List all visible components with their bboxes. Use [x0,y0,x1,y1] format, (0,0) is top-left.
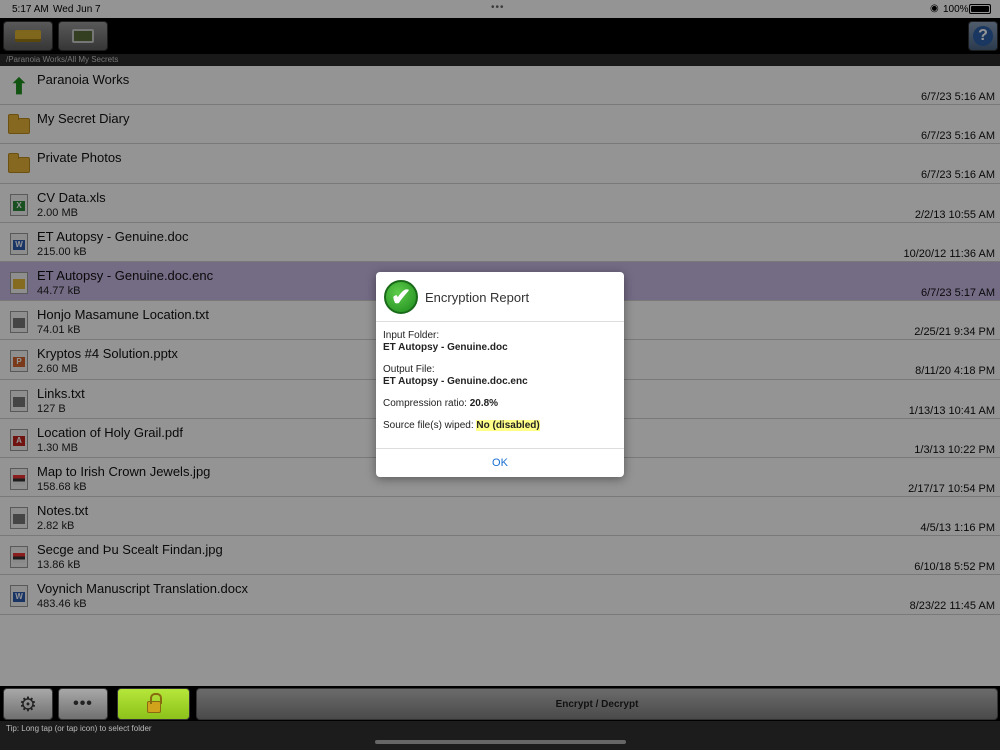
lock-button[interactable] [117,688,190,720]
lock-icon [146,693,162,713]
settings-button[interactable]: ⚙ [3,688,53,720]
input-folder-label: Input Folder: [383,330,440,341]
dialog-header: ✔ Encryption Report [376,272,624,322]
gear-icon: ⚙ [19,693,37,716]
wiped-label: Source file(s) wiped: [383,420,474,431]
wiped-value: No (disabled) [476,420,540,431]
encrypt-decrypt-button[interactable]: Encrypt / Decrypt [196,688,998,720]
compression-label: Compression ratio: [383,398,467,409]
dialog-title: Encryption Report [425,290,530,305]
more-button[interactable]: ••• [58,688,108,720]
ok-button[interactable]: OK [376,448,624,477]
home-indicator[interactable] [375,740,626,744]
output-file-value: ET Autopsy - Genuine.doc.enc [383,376,528,387]
input-folder-value: ET Autopsy - Genuine.doc [383,342,508,353]
output-file-label: Output File: [383,364,435,375]
tip-text: Tip: Long tap (or tap icon) to select fo… [0,721,1000,750]
bottom-toolbar: ⚙ ••• Encrypt / Decrypt [0,686,1000,721]
compression-value: 20.8% [469,398,499,409]
encryption-report-dialog: ✔ Encryption Report Input Folder: ET Aut… [376,272,624,477]
dialog-body: Input Folder: ET Autopsy - Genuine.doc O… [376,322,624,432]
success-check-icon: ✔ [384,280,418,314]
